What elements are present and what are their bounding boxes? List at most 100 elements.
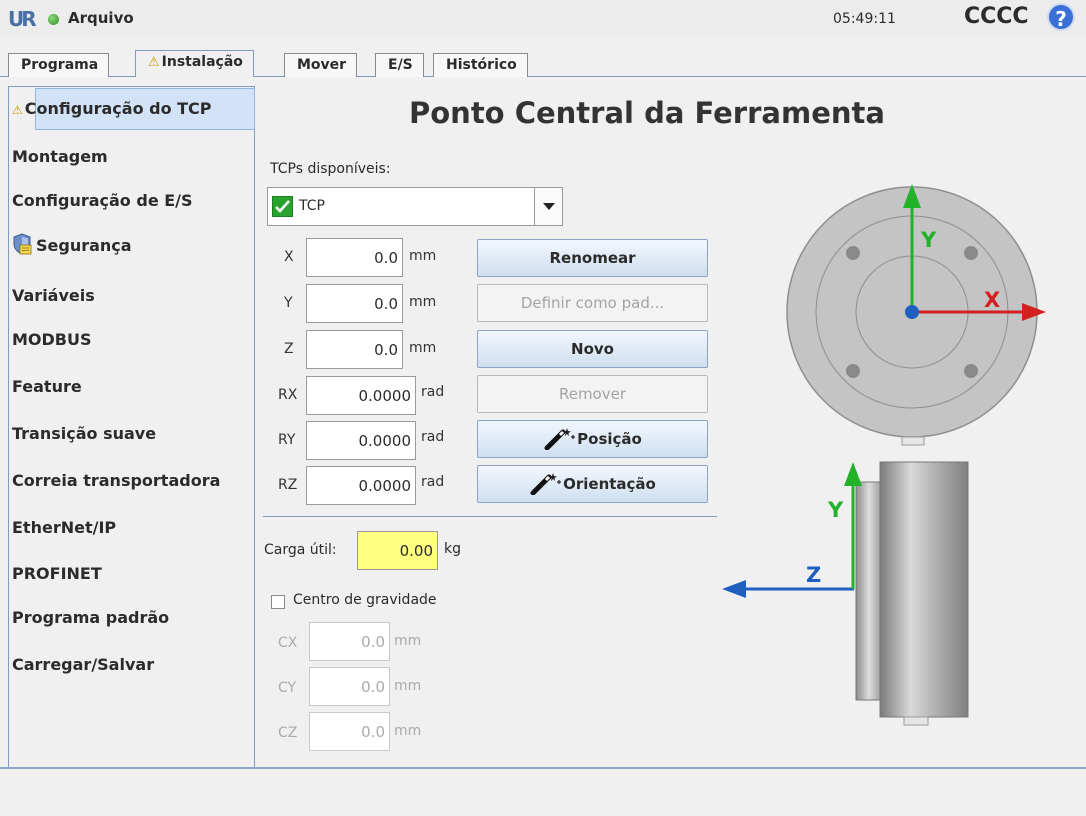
cog-checkbox[interactable] bbox=[271, 595, 285, 609]
z-label: Z bbox=[284, 341, 294, 357]
x-label: X bbox=[284, 249, 294, 265]
axis-x-label: X bbox=[984, 288, 1000, 312]
polyscope-window: UR Arquivo 05:49:11 CCCC ? Programa ⚠ Ins… bbox=[0, 0, 1086, 816]
sidebar-item-label: Configuração de E/S bbox=[12, 191, 193, 210]
rx-unit: rad bbox=[421, 384, 445, 400]
sidebar-item-label: PROFINET bbox=[12, 564, 102, 583]
sidebar-item-label: Correia transportadora bbox=[12, 471, 221, 490]
tab-historico[interactable]: Histórico bbox=[433, 53, 528, 77]
sidebar-item-label: Variáveis bbox=[12, 286, 95, 305]
x-unit: mm bbox=[409, 248, 437, 264]
cog-label: Centro de gravidade bbox=[293, 592, 437, 608]
cx-field[interactable]: 0.0 bbox=[309, 622, 390, 661]
payload-label: Carga útil: bbox=[264, 542, 337, 558]
sidebar-item-tcp-config[interactable]: ⚠ Configuração do TCP bbox=[12, 99, 212, 118]
sidebar-item-variaveis[interactable]: Variáveis bbox=[12, 286, 95, 305]
magic-wand-icon bbox=[544, 428, 576, 451]
sidebar-item-ethernet-ip[interactable]: EtherNet/IP bbox=[12, 518, 116, 537]
sidebar-item-feature[interactable]: Feature bbox=[12, 377, 82, 396]
cx-label: CX bbox=[278, 635, 298, 651]
robot-status-icon[interactable] bbox=[48, 14, 59, 25]
axis-y-label: Y bbox=[920, 228, 937, 252]
flange-side-view: Z Y bbox=[722, 461, 969, 726]
cz-field[interactable]: 0.0 bbox=[309, 712, 390, 751]
warning-icon: ⚠ bbox=[148, 55, 160, 70]
sidebar-item-programa-padrao[interactable]: Programa padrão bbox=[12, 608, 169, 627]
z-field[interactable]: 0.0 bbox=[306, 330, 403, 369]
rx-field[interactable]: 0.0000 bbox=[306, 376, 416, 415]
tcps-available-label: TCPs disponíveis: bbox=[270, 161, 391, 177]
sidebar-item-profinet[interactable]: PROFINET bbox=[12, 564, 102, 583]
ry-unit: rad bbox=[421, 429, 445, 445]
z-unit: mm bbox=[409, 340, 437, 356]
robot-name: CCCC bbox=[964, 4, 1029, 29]
sidebar-item-label: Carregar/Salvar bbox=[12, 655, 155, 674]
rename-button[interactable]: Renomear bbox=[477, 239, 708, 277]
ry-field[interactable]: 0.0000 bbox=[306, 421, 416, 460]
chevron-down-icon[interactable] bbox=[534, 188, 562, 225]
tcp-dropdown-value: TCP bbox=[299, 198, 325, 214]
sidebar-item-io-config[interactable]: Configuração de E/S bbox=[12, 191, 193, 210]
orientation-wizard-button[interactable]: Orientação bbox=[477, 465, 708, 503]
cz-label: CZ bbox=[278, 725, 298, 741]
cz-unit: mm bbox=[394, 723, 422, 739]
payload-unit: kg bbox=[444, 541, 461, 557]
tcp-default-check-icon bbox=[272, 196, 293, 217]
shield-icon bbox=[13, 233, 32, 255]
flange-top-view: X Y bbox=[786, 184, 1046, 446]
tab-label: Programa bbox=[21, 57, 99, 73]
tab-label: Histórico bbox=[446, 57, 517, 73]
orientation-button-label: Orientação bbox=[563, 475, 656, 493]
tab-mover[interactable]: Mover bbox=[284, 53, 358, 77]
section-divider bbox=[263, 516, 717, 517]
sidebar-item-label: Programa padrão bbox=[12, 608, 170, 627]
tab-label: Mover bbox=[297, 57, 347, 73]
sidebar-item-carregar-salvar[interactable]: Carregar/Salvar bbox=[12, 655, 154, 674]
position-wizard-button[interactable]: Posição bbox=[477, 420, 708, 458]
file-menu[interactable]: Arquivo bbox=[68, 9, 134, 27]
axis-z-label: Z bbox=[806, 563, 821, 587]
cy-unit: mm bbox=[394, 678, 422, 694]
sidebar-item-label: EtherNet/IP bbox=[12, 518, 117, 537]
sidebar-item-montagem[interactable]: Montagem bbox=[12, 147, 108, 166]
cy-label: CY bbox=[278, 680, 297, 696]
rz-field[interactable]: 0.0000 bbox=[306, 466, 416, 505]
help-icon[interactable]: ? bbox=[1047, 3, 1075, 31]
sidebar-item-correia[interactable]: Correia transportadora bbox=[12, 471, 220, 490]
sidebar-item-transicao-suave[interactable]: Transição suave bbox=[12, 424, 156, 443]
y-label: Y bbox=[284, 295, 293, 311]
magic-wand-icon bbox=[530, 473, 562, 496]
warning-icon: ⚠ bbox=[12, 103, 23, 117]
rz-label: RZ bbox=[278, 477, 298, 493]
sidebar-item-modbus[interactable]: MODBUS bbox=[12, 330, 92, 349]
sidebar-item-label: Segurança bbox=[36, 236, 132, 255]
y-field[interactable]: 0.0 bbox=[306, 284, 403, 323]
tab-programa[interactable]: Programa bbox=[8, 53, 110, 77]
new-tcp-button[interactable]: Novo bbox=[477, 330, 708, 368]
tab-label: E/S bbox=[388, 57, 413, 73]
payload-field[interactable]: 0.00 bbox=[357, 531, 438, 570]
tcp-dropdown[interactable]: TCP bbox=[267, 187, 563, 226]
tool-flange-diagram: X Y Z Y bbox=[722, 184, 1046, 726]
sidebar-item-label: Montagem bbox=[12, 147, 108, 166]
x-field[interactable]: 0.0 bbox=[306, 238, 403, 277]
sidebar-item-label: Feature bbox=[12, 377, 82, 396]
sidebar-item-seguranca[interactable]: Segurança bbox=[12, 233, 132, 255]
tab-es[interactable]: E/S bbox=[375, 53, 424, 77]
rx-label: RX bbox=[278, 387, 298, 403]
sidebar-item-label: Transição suave bbox=[12, 424, 157, 443]
tab-instalacao[interactable]: ⚠ Instalação bbox=[135, 50, 254, 78]
installation-sidebar: ⚠ Configuração do TCP Montagem Configuraç… bbox=[8, 86, 255, 768]
remove-button[interactable]: Remover bbox=[477, 375, 708, 413]
top-bar bbox=[0, 0, 1086, 36]
ur-logo: UR bbox=[8, 7, 37, 31]
y-unit: mm bbox=[409, 294, 437, 310]
position-button-label: Posição bbox=[577, 430, 642, 448]
footer-bar bbox=[0, 769, 1086, 816]
sidebar-item-label: MODBUS bbox=[12, 330, 92, 349]
rz-unit: rad bbox=[421, 474, 445, 490]
set-default-button[interactable]: Definir como pad... bbox=[477, 284, 708, 322]
cx-unit: mm bbox=[394, 633, 422, 649]
page-title: Ponto Central da Ferramenta bbox=[409, 96, 885, 130]
cy-field[interactable]: 0.0 bbox=[309, 667, 390, 706]
